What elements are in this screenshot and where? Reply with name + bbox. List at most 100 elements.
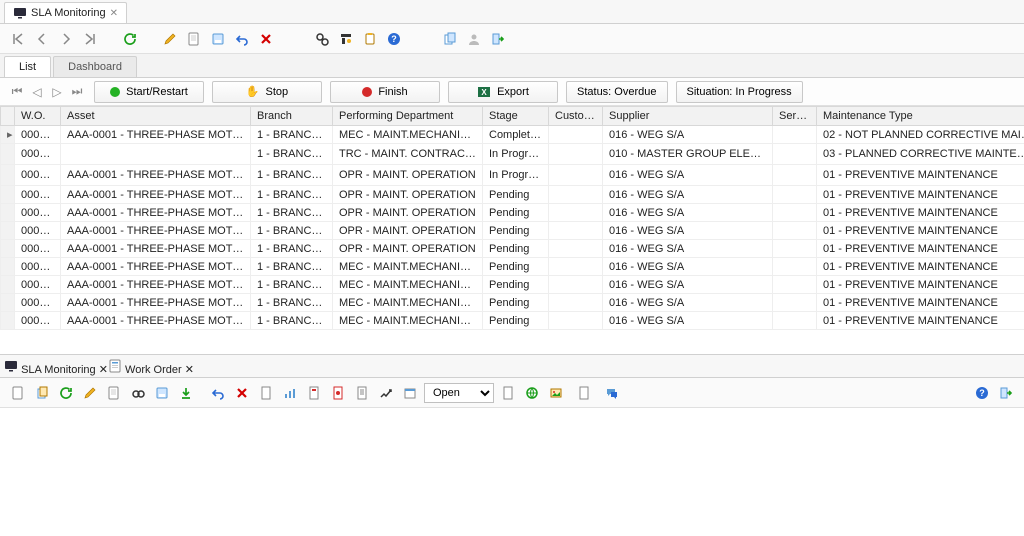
row-handle[interactable]: ▸ [1,126,15,144]
refresh-icon[interactable] [120,29,140,49]
nav-next-icon[interactable] [56,29,76,49]
save-icon[interactable] [152,383,172,403]
doc3-icon[interactable] [498,383,518,403]
table-row[interactable]: 000103AAA-0001 - THREE-PHASE MOTORW2221 … [1,312,1024,330]
doc2-icon[interactable] [352,383,372,403]
cell-branch: 1 - BRANCH 01 [251,144,333,165]
nav-last-icon[interactable] [80,29,100,49]
row-handle[interactable] [1,294,15,312]
exit-icon[interactable] [996,383,1016,403]
cell-asset: AAA-0001 - THREE-PHASE MOTORW222 [61,126,251,144]
table-row[interactable]: 000089AAA-0001 - THREE-PHASE MOTORW2221 … [1,258,1024,276]
table-row[interactable]: 000086AAA-0001 - THREE-PHASE MOTORW2221 … [1,240,1024,258]
subtab-list[interactable]: List [4,56,51,77]
bottom-tab-sla[interactable]: SLA Monitoring ✕ [4,359,108,376]
grid-nav-last-icon[interactable]: ⏭ [68,83,86,101]
cell-wo: 000080 [15,144,61,165]
row-handle[interactable] [1,144,15,165]
undo-icon[interactable] [232,29,252,49]
table-row[interactable]: 000085AAA-0001 - THREE-PHASE MOTORW2221 … [1,222,1024,240]
subtab-dashboard[interactable]: Dashboard [53,56,137,77]
save-icon[interactable] [208,29,228,49]
copy-doc-icon[interactable] [440,29,460,49]
search-icon[interactable] [312,29,332,49]
table-row[interactable]: 000083AAA-0001 - THREE-PHASE MOTORW2221 … [1,186,1024,204]
col-mtype[interactable]: Maintenance Type [817,107,1024,126]
row-handle[interactable] [1,240,15,258]
status-dropdown[interactable]: Open [424,383,494,403]
close-icon[interactable]: ✕ [99,364,108,376]
col-dept[interactable]: Performing Department [333,107,483,126]
help-icon[interactable]: ? [972,383,992,403]
clipboard-icon[interactable] [360,29,380,49]
export-button[interactable]: X Export [448,81,558,103]
user-icon[interactable] [464,29,484,49]
binoculars-icon[interactable] [128,383,148,403]
new-icon[interactable] [184,29,204,49]
nav-first-icon[interactable] [8,29,28,49]
close-icon[interactable]: ✕ [110,8,118,19]
report-icon[interactable] [304,383,324,403]
cell-supplier: 016 - WEG S/A [603,294,773,312]
download-icon[interactable] [176,383,196,403]
table-row[interactable]: 000082AAA-0001 - THREE-PHASE MOTORW2221 … [1,165,1024,186]
page-icon[interactable] [104,383,124,403]
col-service[interactable]: Service [773,107,817,126]
row-handle[interactable] [1,222,15,240]
exit-icon[interactable] [488,29,508,49]
cell-branch: 1 - BRANCH 01 [251,204,333,222]
cell-wo: 000103 [15,312,61,330]
table-row[interactable]: 000091AAA-0001 - THREE-PHASE MOTORW2221 … [1,294,1024,312]
table-row[interactable]: 000084AAA-0001 - THREE-PHASE MOTORW2221 … [1,204,1024,222]
image-icon[interactable] [546,383,566,403]
col-branch[interactable]: Branch [251,107,333,126]
table-row[interactable]: ▸000077AAA-0001 - THREE-PHASE MOTORW2221… [1,126,1024,144]
close-icon[interactable]: ✕ [185,364,194,376]
cell-customer [549,186,603,204]
row-handle[interactable] [1,312,15,330]
situation-inprogress-button[interactable]: Situation: In Progress [676,81,803,103]
clone-icon[interactable] [32,383,52,403]
grid-nav-first-icon[interactable]: ⏮ [8,83,26,101]
tab-sla-monitoring[interactable]: SLA Monitoring ✕ [4,2,127,23]
col-wo[interactable]: W.O. [15,107,61,126]
bottom-tab-workorder[interactable]: Work Order ✕ [108,359,194,376]
undo-icon[interactable] [208,383,228,403]
doc4-icon[interactable] [574,383,594,403]
chart-icon[interactable] [280,383,300,403]
refresh-icon[interactable] [56,383,76,403]
status-overdue-button[interactable]: Status: Overdue [566,81,668,103]
help-icon[interactable]: ? [384,29,404,49]
trend-icon[interactable] [376,383,396,403]
delete-icon[interactable] [232,383,252,403]
filter-icon[interactable] [336,29,356,49]
finish-label: Finish [378,86,407,98]
doc-icon[interactable] [256,383,276,403]
delete-icon[interactable] [256,29,276,49]
finish-button[interactable]: Finish [330,81,440,103]
col-supplier[interactable]: Supplier [603,107,773,126]
pdf-icon[interactable] [328,383,348,403]
edit-icon[interactable] [160,29,180,49]
grid-nav-next-icon[interactable]: ▷ [48,83,66,101]
row-handle[interactable] [1,204,15,222]
col-customer[interactable]: Customer [549,107,603,126]
calendar-icon[interactable] [400,383,420,403]
col-asset[interactable]: Asset [61,107,251,126]
new-doc-icon[interactable] [8,383,28,403]
cell-stage: Pending [483,312,549,330]
row-handle[interactable] [1,258,15,276]
chat-icon[interactable] [602,383,622,403]
table-row[interactable]: 000090AAA-0001 - THREE-PHASE MOTORW2221 … [1,276,1024,294]
nav-prev-icon[interactable] [32,29,52,49]
start-restart-button[interactable]: Start/Restart [94,81,204,103]
row-handle[interactable] [1,276,15,294]
globe-icon[interactable] [522,383,542,403]
grid-nav-prev-icon[interactable]: ◁ [28,83,46,101]
edit-icon[interactable] [80,383,100,403]
row-handle[interactable] [1,186,15,204]
row-handle[interactable] [1,165,15,186]
table-row[interactable]: 0000801 - BRANCH 01TRC - MAINT. CONTRACT… [1,144,1024,165]
stop-button[interactable]: ✋ Stop [212,81,322,103]
col-stage[interactable]: Stage [483,107,549,126]
